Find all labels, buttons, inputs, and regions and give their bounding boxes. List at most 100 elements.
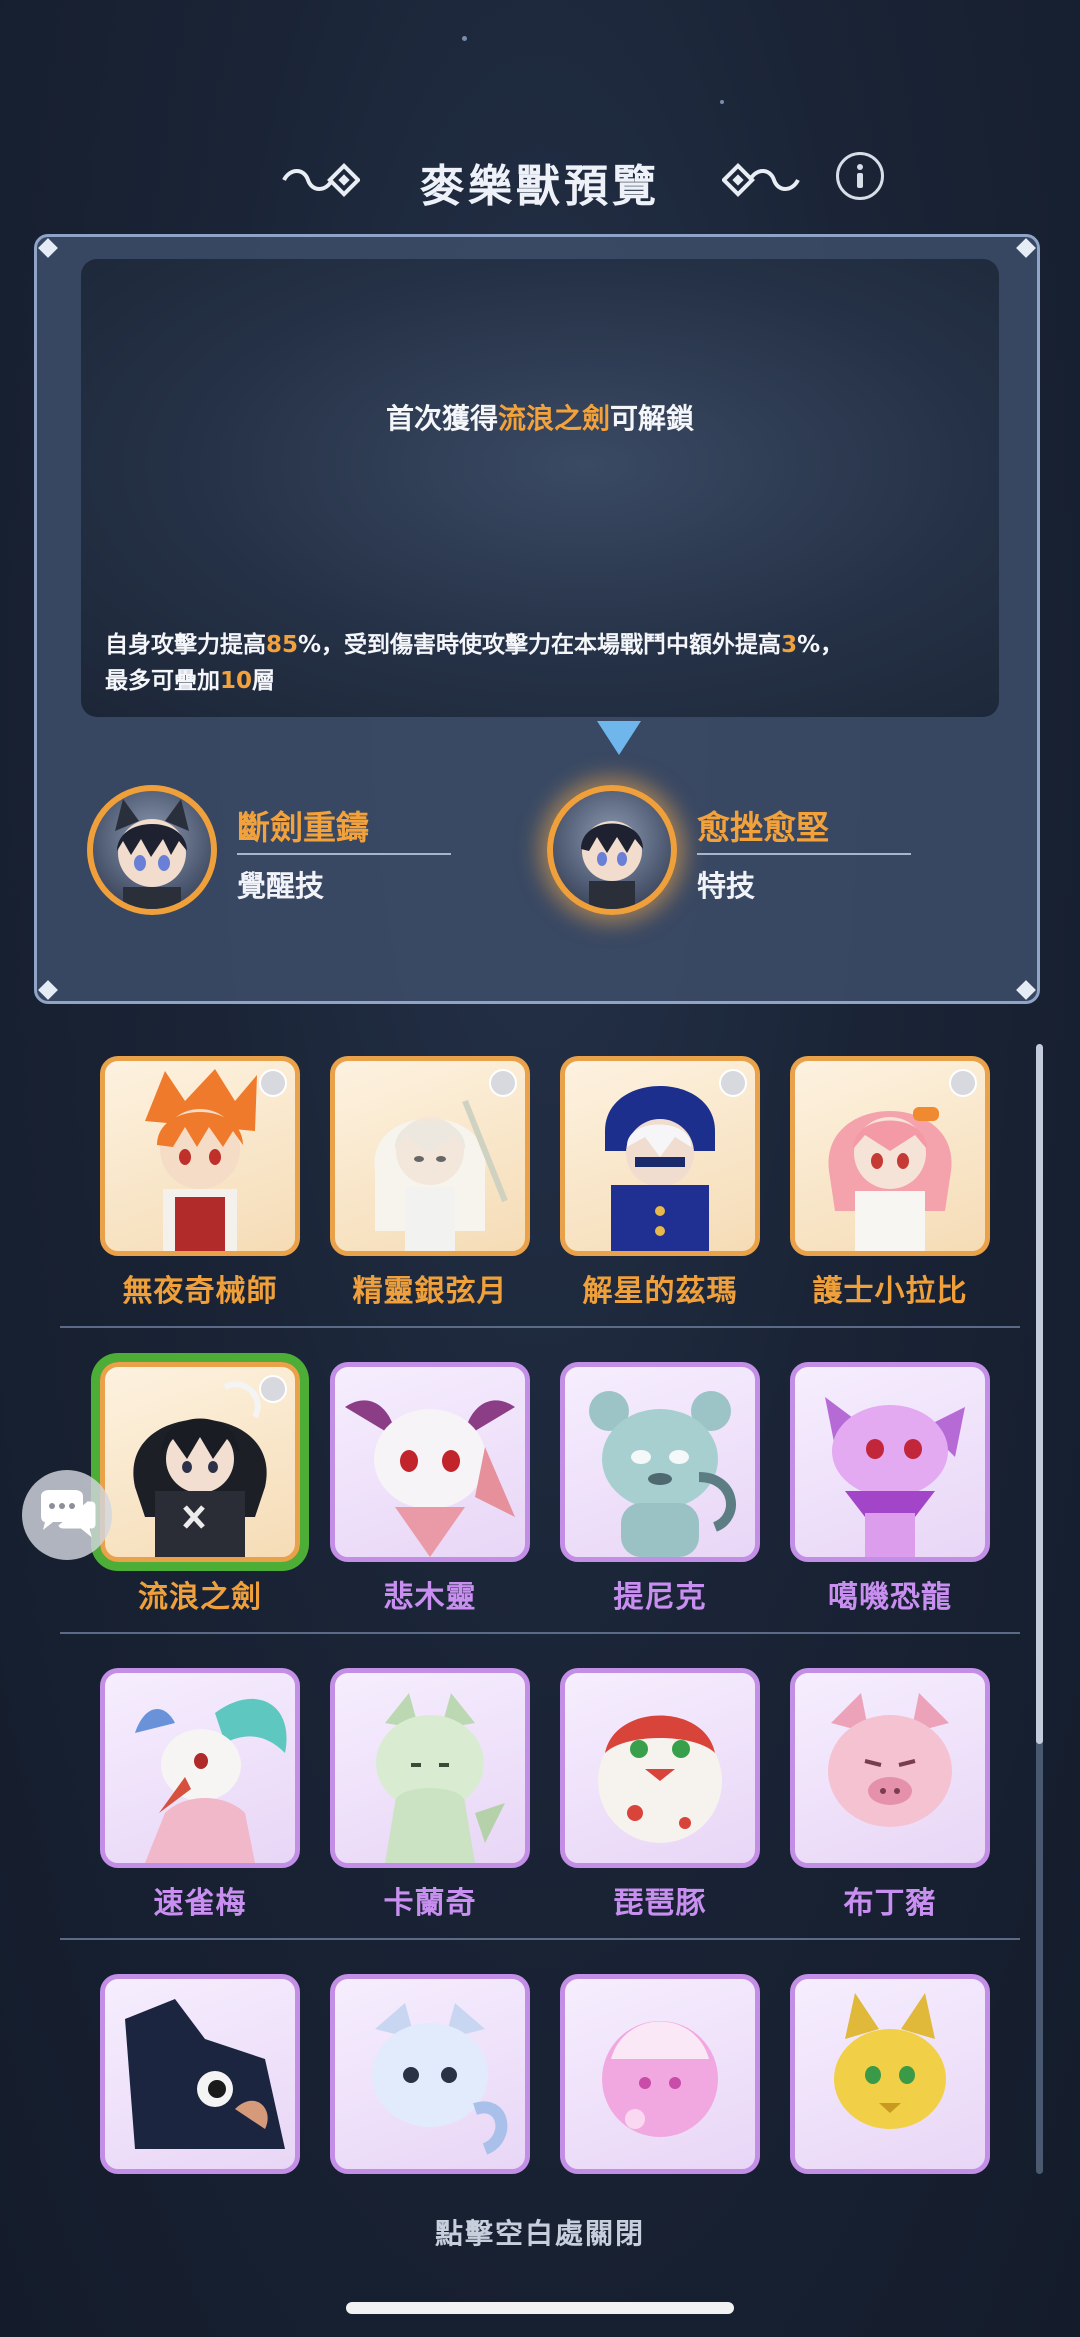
monster-portrait [100, 1056, 300, 1256]
grid-row: 速雀梅 卡蘭奇 琵琶豚 布丁豬 [60, 1662, 1020, 1968]
monster-name: 流浪之劍 [138, 1580, 262, 1615]
desc-text: 自身攻擊力提高 [105, 632, 266, 658]
monster-card[interactable]: 速雀梅 [100, 1662, 300, 1921]
ornament-right-icon [722, 163, 800, 197]
monster-name: 速雀梅 [153, 1886, 247, 1921]
collection-badge-icon [259, 1375, 287, 1403]
chat-bubble-icon [41, 1490, 96, 1538]
desc-value: 10 [220, 668, 253, 694]
monster-card[interactable]: 解星的茲瑪 [560, 1050, 760, 1309]
monster-card[interactable]: 悲木靈 [330, 1356, 530, 1615]
character-portrait-icon [581, 821, 643, 909]
grid-row: 流浪之劍 悲木靈 提尼克 噶嘰恐龍 [60, 1356, 1020, 1662]
monster-card[interactable]: 精靈銀弦月 [330, 1050, 530, 1309]
monster-portrait [790, 1362, 990, 1562]
monster-portrait [100, 1974, 300, 2174]
close-hint: 點擊空白處關閉 [434, 2217, 645, 2250]
skill-awakening[interactable]: 斷劍重鑄 覺醒技 [87, 775, 507, 935]
skill-type: 覺醒技 [237, 869, 325, 903]
monster-portrait [790, 1974, 990, 2174]
monster-grid[interactable]: 無夜奇械師 精靈銀弦月 解星的茲瑪 護士小拉比 流浪之劍 悲木靈 提尼克 噶嘰恐… [60, 1050, 1020, 2188]
skill-preview-panel: 首次獲得流浪之劍可解鎖 自身攻擊力提高85%，受到傷害時使攻擊力在本場戰鬥中額外… [34, 234, 1040, 1004]
monster-card[interactable]: 卡蘭奇 [330, 1662, 530, 1921]
monster-name: 無夜奇械師 [122, 1274, 278, 1309]
monster-card[interactable]: 護士小拉比 [790, 1050, 990, 1309]
monster-portrait [100, 1668, 300, 1868]
monster-portrait [330, 1056, 530, 1256]
grid-scrollbar[interactable] [1036, 1044, 1043, 2174]
skill-special[interactable]: 愈挫愈堅 特技 [547, 775, 967, 935]
divider [697, 853, 911, 855]
corner-ornament [38, 238, 58, 258]
desc-value: 85 [266, 632, 299, 658]
monster-card[interactable] [100, 1968, 300, 2188]
monster-portrait-icon [345, 1400, 515, 1557]
desc-text: %， [797, 632, 844, 658]
skill-name: 愈挫愈堅 [697, 808, 829, 847]
grid-row [60, 1968, 1020, 2188]
monster-card[interactable]: 噶嘰恐龍 [790, 1356, 990, 1615]
chat-button[interactable] [22, 1470, 112, 1560]
row-divider [60, 1938, 1020, 1940]
skill-name: 斷劍重鑄 [237, 808, 369, 847]
unlock-monster-name: 流浪之劍 [497, 402, 610, 435]
skill-preview-video[interactable]: 首次獲得流浪之劍可解鎖 自身攻擊力提高85%，受到傷害時使攻擊力在本場戰鬥中額外… [81, 259, 999, 717]
monster-card[interactable] [330, 1968, 530, 2188]
unlock-prefix: 首次獲得 [385, 402, 498, 435]
collection-badge-icon [949, 1069, 977, 1097]
background-star [462, 36, 467, 41]
corner-ornament [38, 980, 58, 1000]
monster-card[interactable] [790, 1968, 990, 2188]
monster-card[interactable]: 提尼克 [560, 1356, 760, 1615]
monster-card[interactable] [560, 1968, 760, 2188]
skill-type: 特技 [697, 869, 756, 903]
monster-portrait [790, 1056, 990, 1256]
character-portrait-icon [115, 799, 189, 909]
monster-portrait [100, 1362, 300, 1562]
desc-text: %，受到傷害時使攻擊力在本場戰鬥中額外提高 [298, 632, 782, 658]
desc-text: 層 [252, 668, 276, 694]
monster-name: 解星的茲瑪 [582, 1274, 738, 1309]
monster-portrait [330, 1668, 530, 1868]
unlock-condition: 首次獲得流浪之劍可解鎖 [81, 397, 999, 437]
monster-portrait-icon [825, 1397, 965, 1557]
monster-name: 提尼克 [613, 1580, 707, 1615]
monster-name: 精靈銀弦月 [352, 1274, 508, 1309]
monster-card-selected[interactable]: 流浪之劍 [100, 1356, 300, 1615]
monster-portrait-icon [376, 1693, 505, 1863]
row-divider [60, 1632, 1020, 1634]
monster-portrait-icon [372, 2003, 508, 2155]
page-title: 麥樂獸預覽 [420, 161, 660, 212]
collection-badge-icon [719, 1069, 747, 1097]
desc-value: 3 [781, 632, 798, 658]
background-star [720, 100, 724, 104]
monster-card[interactable]: 無夜奇械師 [100, 1050, 300, 1309]
monster-name: 悲木靈 [383, 1580, 477, 1615]
unlock-suffix: 可解鎖 [610, 402, 695, 435]
monster-portrait [560, 1974, 760, 2174]
monster-card[interactable]: 布丁豬 [790, 1662, 990, 1921]
skill-avatar [547, 785, 677, 915]
down-arrow-icon [597, 721, 641, 755]
scrollbar-thumb[interactable] [1036, 1044, 1043, 1744]
home-indicator[interactable] [346, 2302, 734, 2314]
monster-name: 護士小拉比 [812, 1274, 968, 1309]
skill-description: 自身攻擊力提高85%，受到傷害時使攻擊力在本場戰鬥中額外提高3%， 最多可疊加10… [105, 627, 985, 699]
monster-portrait-icon [135, 1698, 287, 1863]
grid-row: 無夜奇械師 精靈銀弦月 解星的茲瑪 護士小拉比 [60, 1050, 1020, 1356]
info-button[interactable] [836, 152, 884, 200]
monster-card[interactable]: 琵琶豚 [560, 1662, 760, 1921]
monster-portrait-icon [834, 1993, 946, 2129]
monster-name: 布丁豬 [843, 1886, 937, 1921]
monster-name: 噶嘰恐龍 [828, 1580, 952, 1615]
monster-portrait [330, 1974, 530, 2174]
skill-avatar [87, 785, 217, 915]
monster-portrait [790, 1668, 990, 1868]
divider [237, 853, 451, 855]
corner-ornament [1016, 238, 1036, 258]
info-icon [857, 164, 863, 188]
collection-badge-icon [259, 1069, 287, 1097]
monster-portrait [560, 1362, 760, 1562]
monster-portrait-icon [598, 1715, 722, 1843]
monster-portrait-icon [828, 1693, 952, 1827]
